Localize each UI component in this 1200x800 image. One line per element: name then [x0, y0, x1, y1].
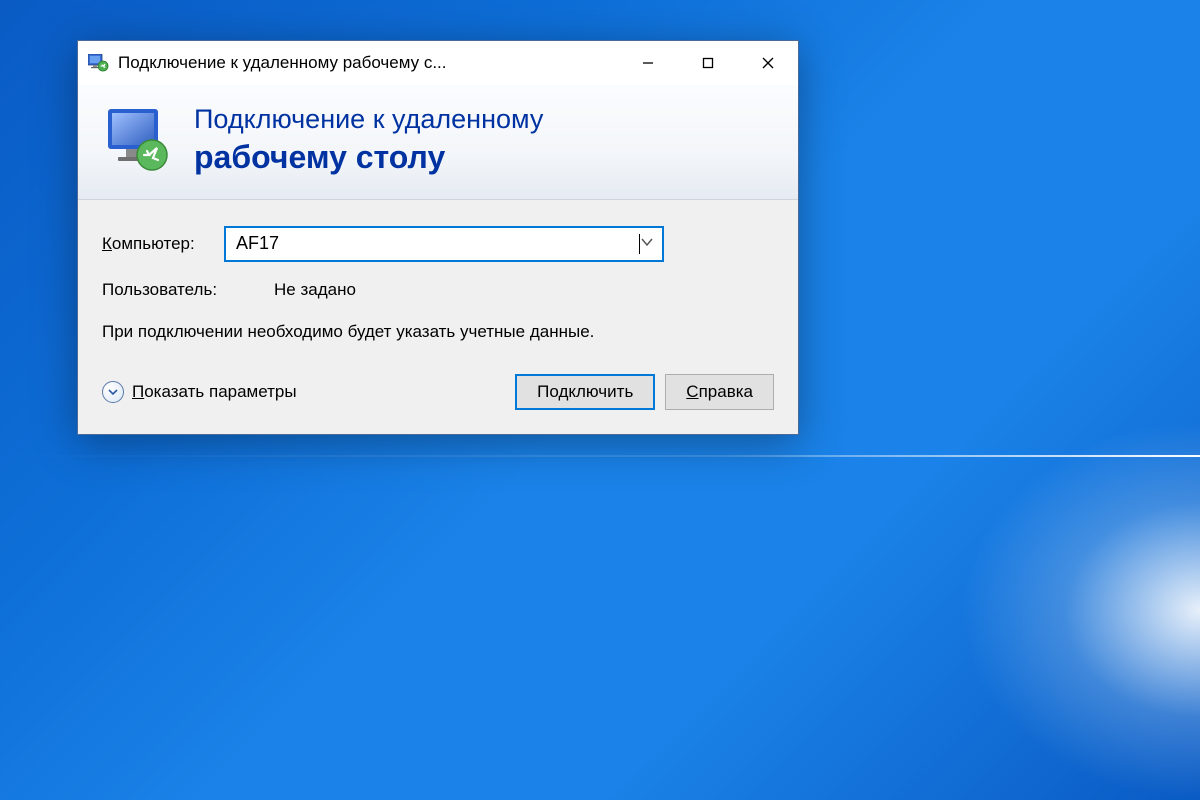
connect-button[interactable]: Подключить: [515, 374, 655, 410]
window-title: Подключение к удаленному рабочему с...: [118, 53, 618, 73]
credentials-note: При подключении необходимо будет указать…: [102, 320, 662, 345]
titlebar[interactable]: Подключение к удаленному рабочему с...: [78, 41, 798, 85]
computer-label: Компьютер:: [102, 234, 224, 254]
desktop-light-flare: [960, 420, 1200, 800]
user-value: Не задано: [274, 280, 356, 300]
chevron-down-circle-icon: [102, 381, 124, 403]
rdp-app-icon: [88, 54, 110, 72]
minimize-button[interactable]: [618, 41, 678, 85]
show-options-toggle[interactable]: Показать параметры: [102, 381, 297, 403]
banner-title-line2: рабочему столу: [194, 137, 543, 177]
rdp-dialog-window: Подключение к удаленному рабочему с...: [77, 40, 799, 435]
banner-text: Подключение к удаленному рабочему столу: [194, 103, 543, 177]
user-label: Пользователь:: [102, 280, 274, 300]
computer-value: AF17: [236, 233, 638, 254]
desktop-light-line: [0, 455, 1200, 457]
computer-row: Компьютер: AF17: [102, 226, 774, 262]
close-button[interactable]: [738, 41, 798, 85]
banner-title-line1: Подключение к удаленному: [194, 103, 543, 137]
dialog-body: Компьютер: AF17 Пользователь: Не задано …: [78, 200, 798, 435]
chevron-down-icon[interactable]: [640, 233, 654, 254]
dialog-footer: Показать параметры Подключить Справка: [102, 374, 774, 410]
user-row: Пользователь: Не задано: [102, 280, 774, 300]
rdp-banner-icon: [102, 105, 172, 175]
window-controls: [618, 41, 798, 85]
show-options-label: Показать параметры: [132, 382, 297, 402]
computer-combobox[interactable]: AF17: [224, 226, 664, 262]
maximize-button[interactable]: [678, 41, 738, 85]
banner: Подключение к удаленному рабочему столу: [78, 85, 798, 200]
help-button[interactable]: Справка: [665, 374, 774, 410]
